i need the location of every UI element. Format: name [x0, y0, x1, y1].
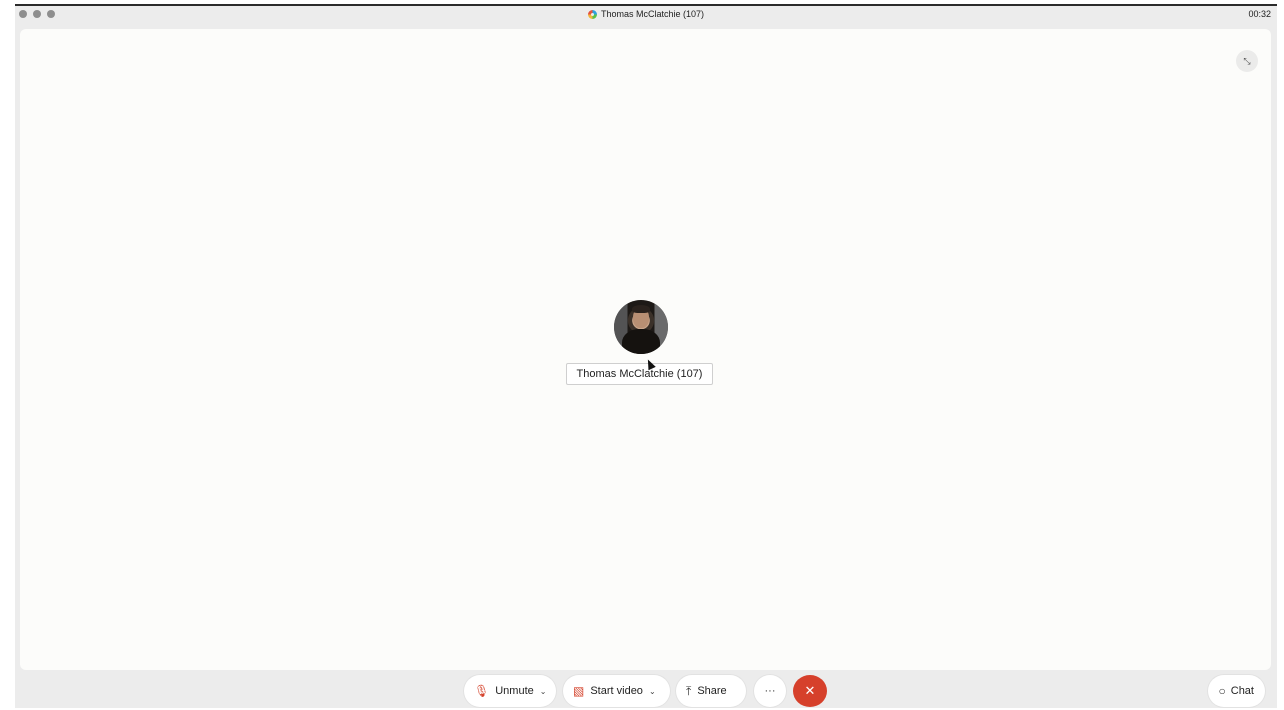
title-bar: Thomas McClatchie (107) 00:32	[15, 6, 1277, 28]
call-timer: 00:32	[1248, 9, 1271, 19]
meeting-window: Thomas McClatchie (107) 00:32 ⤡ Thomas M…	[15, 4, 1277, 708]
more-options-button[interactable]: ···	[754, 675, 786, 707]
webex-logo-icon	[587, 9, 597, 19]
chat-button[interactable]: ○ Chat	[1207, 675, 1265, 707]
share-label: Share	[697, 685, 727, 697]
end-call-button[interactable]: ✕	[793, 675, 827, 707]
chat-label: Chat	[1230, 685, 1254, 697]
chevron-down-icon[interactable]: ⌄	[540, 687, 547, 696]
unmute-label: Unmute	[495, 685, 534, 697]
chevron-down-icon[interactable]: ⌄	[649, 687, 656, 696]
start-video-label: Start video	[590, 685, 643, 697]
collapse-arrows-icon[interactable]: ⤡	[1236, 50, 1258, 72]
video-off-icon: ▧	[573, 684, 585, 698]
share-button[interactable]: ⤒ Share	[676, 675, 746, 707]
window-title-text: Thomas McClatchie (107)	[600, 9, 705, 19]
window-title: Thomas McClatchie (107)	[15, 9, 1277, 19]
call-controls-bar: 🎙︎ Unmute ⌄ ▧ Start video ⌄ ⤒ Share ··· …	[15, 675, 1277, 709]
share-screen-icon: ⤒	[686, 683, 692, 698]
chat-bubble-icon: ○	[1218, 684, 1226, 698]
unmute-button[interactable]: 🎙︎ Unmute ⌄	[464, 675, 556, 707]
start-video-button[interactable]: ▧ Start video ⌄	[563, 675, 670, 707]
participant-avatar	[614, 300, 668, 354]
participant-name-label: Thomas McClatchie (107)	[566, 363, 713, 385]
microphone-muted-icon: 🎙︎	[474, 684, 490, 698]
